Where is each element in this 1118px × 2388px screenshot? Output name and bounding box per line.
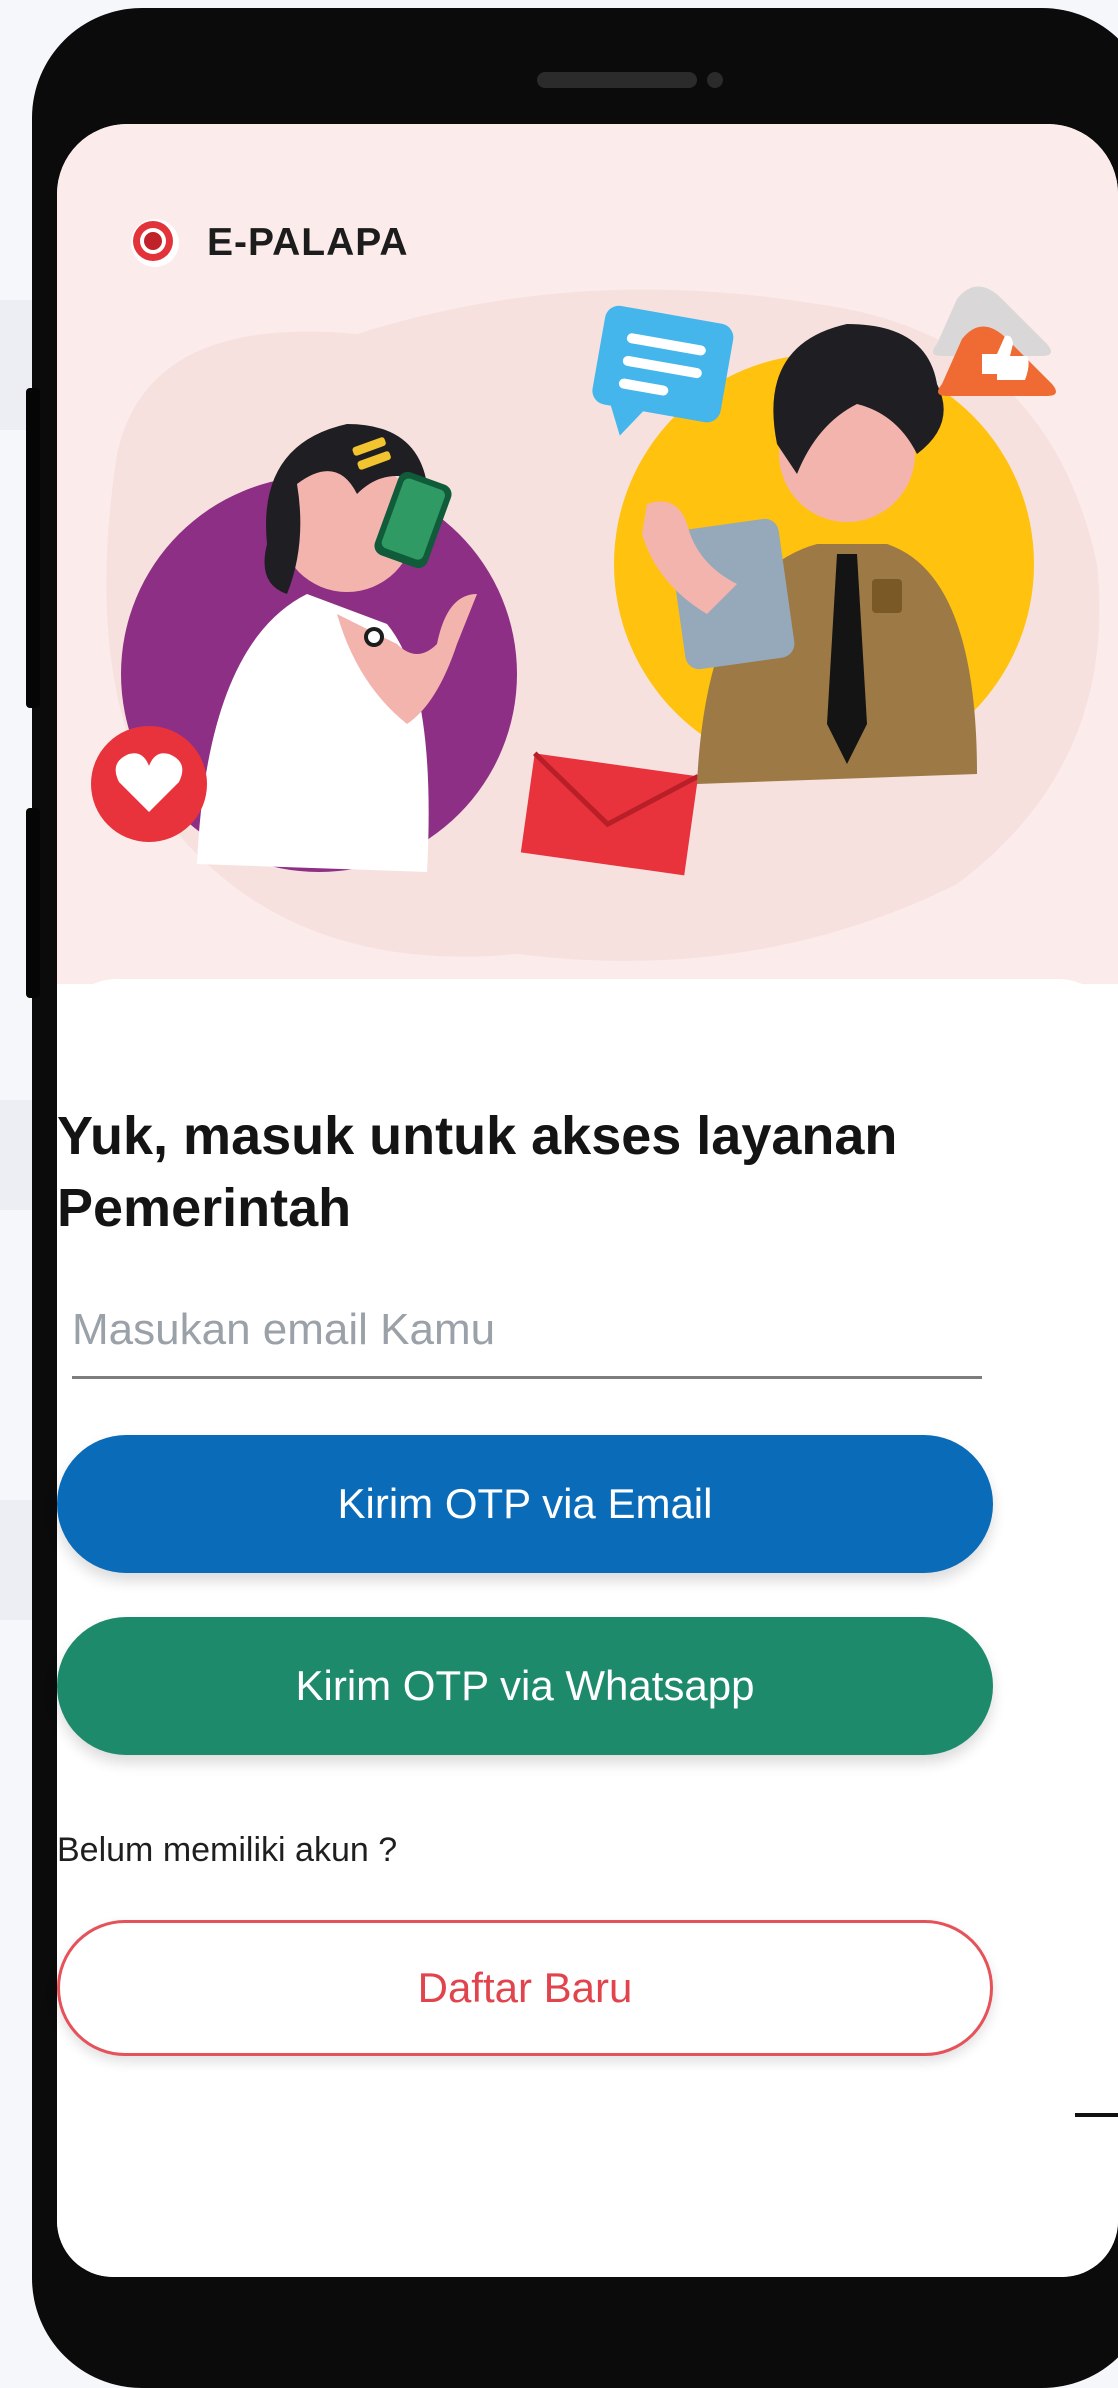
hero-banner: E-PALAPA bbox=[57, 124, 1118, 984]
login-heading: Yuk, masuk untuk akses layanan Pemerinta… bbox=[57, 1106, 898, 1238]
brand: E-PALAPA bbox=[131, 219, 409, 267]
send-otp-email-button[interactable]: Kirim OTP via Email bbox=[57, 1435, 993, 1573]
garuda-logo-icon bbox=[131, 219, 179, 267]
no-account-prompt: Belum memiliki akun ? bbox=[57, 1831, 398, 1869]
phone-side-button bbox=[26, 388, 40, 708]
app-name: E-PALAPA bbox=[207, 221, 409, 264]
register-button[interactable]: Daftar Baru bbox=[57, 1920, 993, 2056]
phone-speaker bbox=[537, 72, 697, 88]
email-input[interactable] bbox=[72, 1290, 982, 1379]
phone-camera bbox=[707, 72, 723, 88]
phone-side-button bbox=[26, 808, 40, 998]
edge-dash bbox=[1075, 2113, 1118, 2117]
send-otp-whatsapp-button[interactable]: Kirim OTP via Whatsapp bbox=[57, 1617, 993, 1755]
